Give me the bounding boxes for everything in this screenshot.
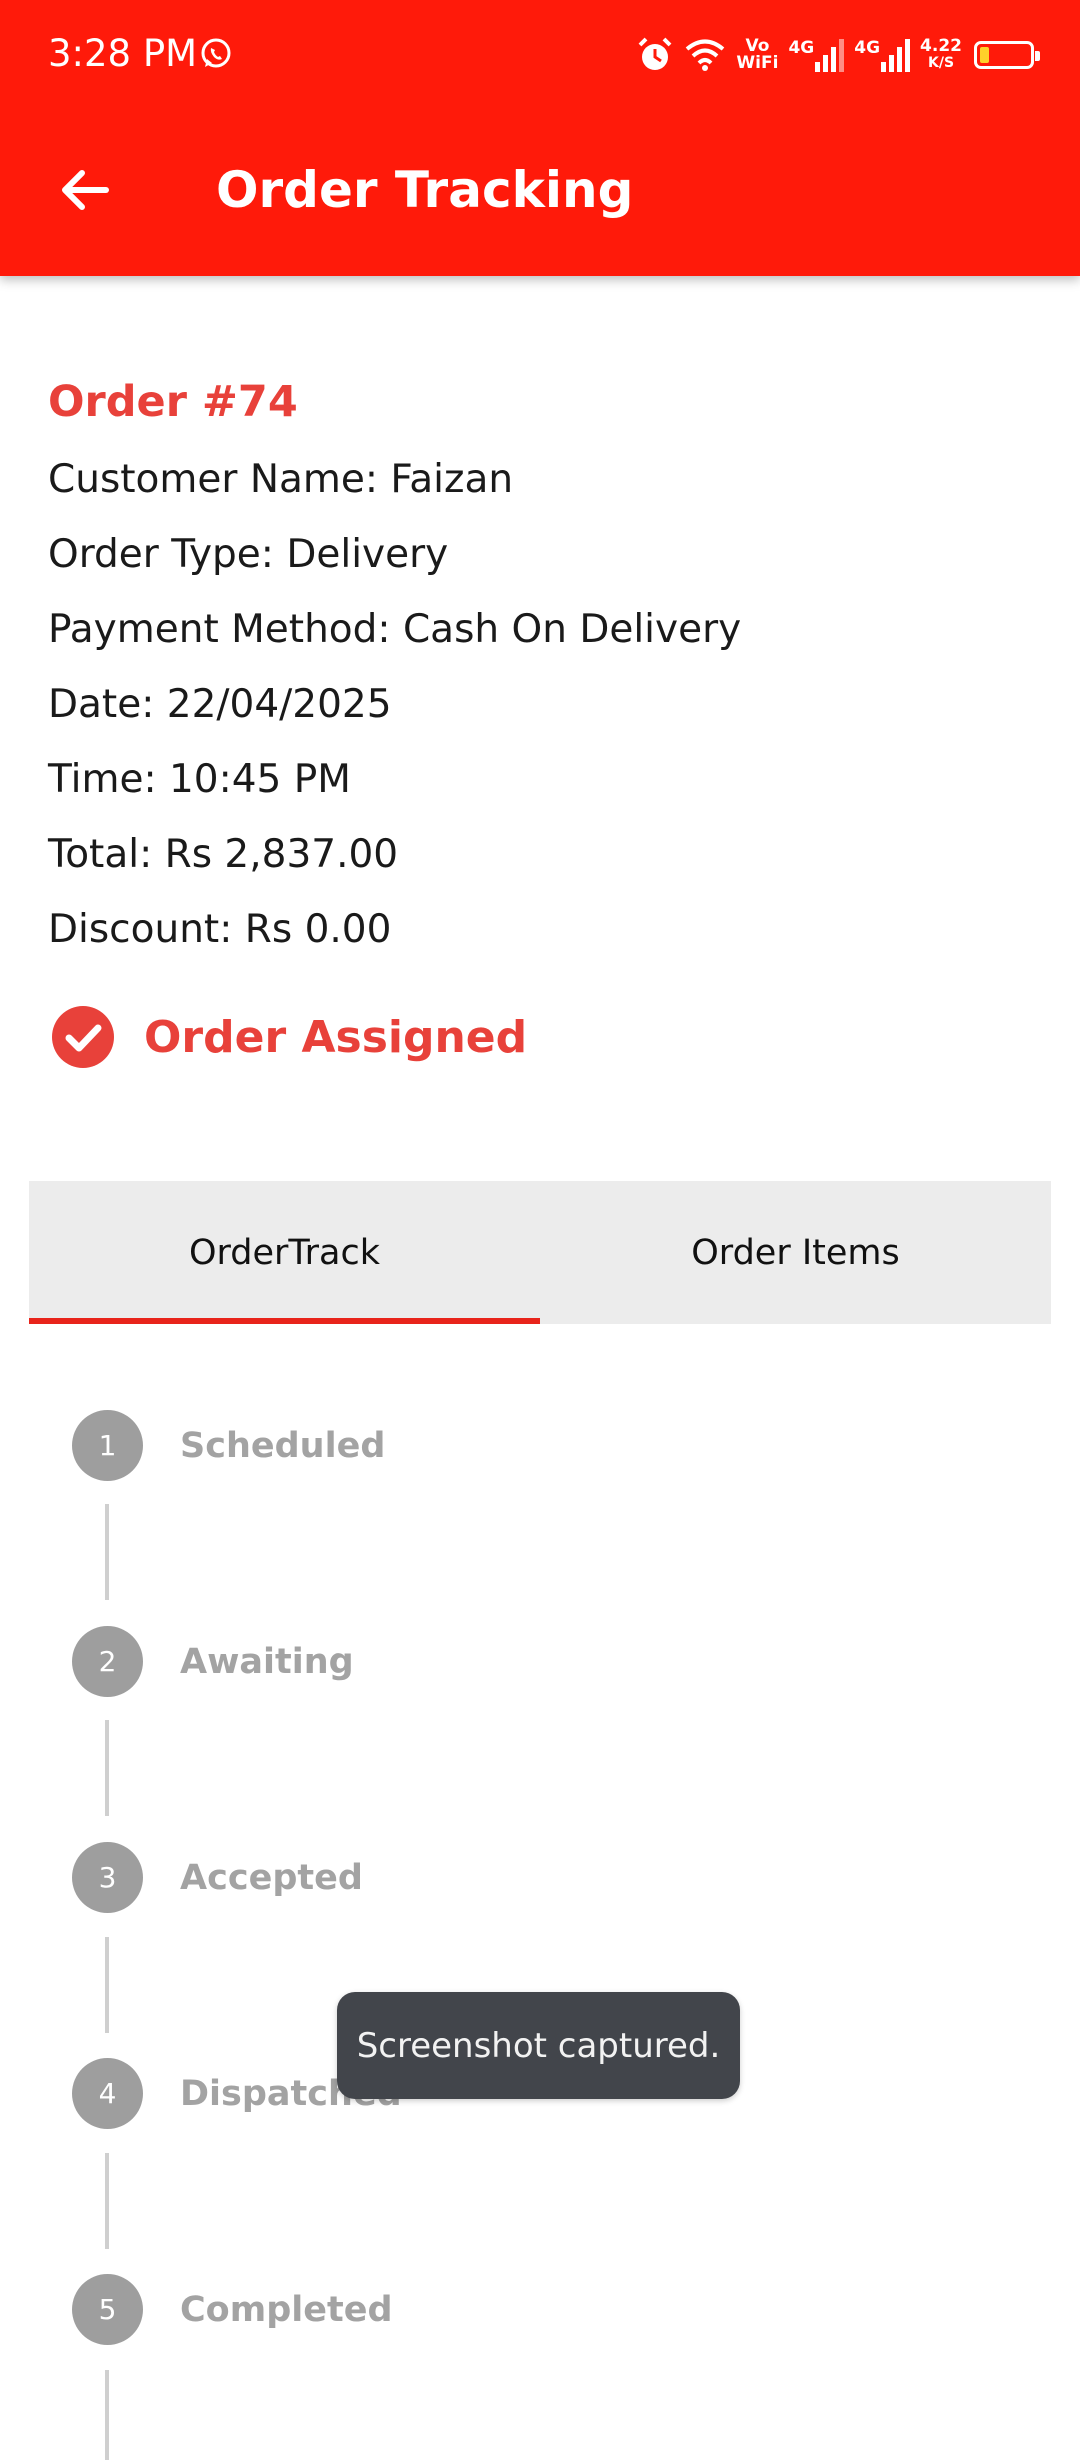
- tab-bar: OrderTrack Order Items: [29, 1181, 1051, 1324]
- signal-icon: [881, 39, 911, 72]
- order-date: Date: 22/04/2025: [48, 682, 392, 727]
- signal-2: 4G: [854, 38, 911, 72]
- whatsapp-icon: [198, 36, 234, 76]
- vowifi-label: Vo WiFi: [736, 38, 778, 72]
- step-number: 2: [72, 1626, 143, 1697]
- tab-label: OrderTrack: [188, 1232, 381, 1273]
- battery-icon: [974, 41, 1040, 69]
- order-time: Time: 10:45 PM: [48, 757, 351, 802]
- network-speed: 4.22 K/S: [920, 38, 962, 72]
- order-discount: Discount: Rs 0.00: [48, 907, 392, 952]
- step-label-completed: Completed: [180, 2290, 393, 2330]
- order-number: Order #74: [48, 377, 298, 427]
- payment-method: Payment Method: Cash On Delivery: [48, 607, 742, 652]
- timeline-connector: [105, 1720, 109, 1816]
- timeline-connector: [105, 1504, 109, 1600]
- customer-name: Customer Name: Faizan: [48, 457, 514, 502]
- app-bar: 3:28 PM Vo WiFi 4G 4G 4.22 K/S Order Tra…: [0, 0, 1080, 276]
- step-label-accepted: Accepted: [180, 1858, 363, 1898]
- step-number: 1: [72, 1410, 143, 1481]
- order-type: Order Type: Delivery: [48, 532, 449, 577]
- status-icons: Vo WiFi 4G 4G 4.22 K/S: [626, 30, 1040, 80]
- status-time: 3:28 PM: [48, 32, 198, 75]
- step-number: 3: [72, 1842, 143, 1913]
- tab-order-track[interactable]: OrderTrack: [29, 1181, 540, 1324]
- step-number: 5: [72, 2274, 143, 2345]
- order-status: Order Assigned: [144, 1012, 528, 1063]
- order-total: Total: Rs 2,837.00: [48, 832, 399, 877]
- tab-order-items[interactable]: Order Items: [540, 1181, 1051, 1324]
- toast-message: Screenshot captured.: [337, 1992, 740, 2099]
- alarm-icon: [636, 36, 674, 74]
- step-number: 4: [72, 2058, 143, 2129]
- wifi-icon: [684, 37, 726, 73]
- page-title: Order Tracking: [216, 161, 634, 219]
- arrow-left-icon[interactable]: [56, 162, 112, 218]
- step-label-scheduled: Scheduled: [180, 1426, 386, 1466]
- signal-1: 4G: [788, 38, 845, 72]
- check-circle-icon: [52, 1006, 114, 1068]
- net1-label: 4G: [788, 38, 815, 58]
- net2-label: 4G: [854, 38, 881, 58]
- speed-value: 4.22: [920, 36, 962, 56]
- speed-unit: K/S: [928, 55, 955, 71]
- tab-label: Order Items: [691, 1232, 900, 1273]
- step-label-awaiting: Awaiting: [180, 1642, 354, 1682]
- timeline-connector: [105, 1937, 109, 2033]
- timeline-connector: [105, 2370, 109, 2460]
- vowifi-bottom: WiFi: [736, 53, 779, 73]
- signal-icon: [815, 39, 845, 72]
- timeline-connector: [105, 2153, 109, 2249]
